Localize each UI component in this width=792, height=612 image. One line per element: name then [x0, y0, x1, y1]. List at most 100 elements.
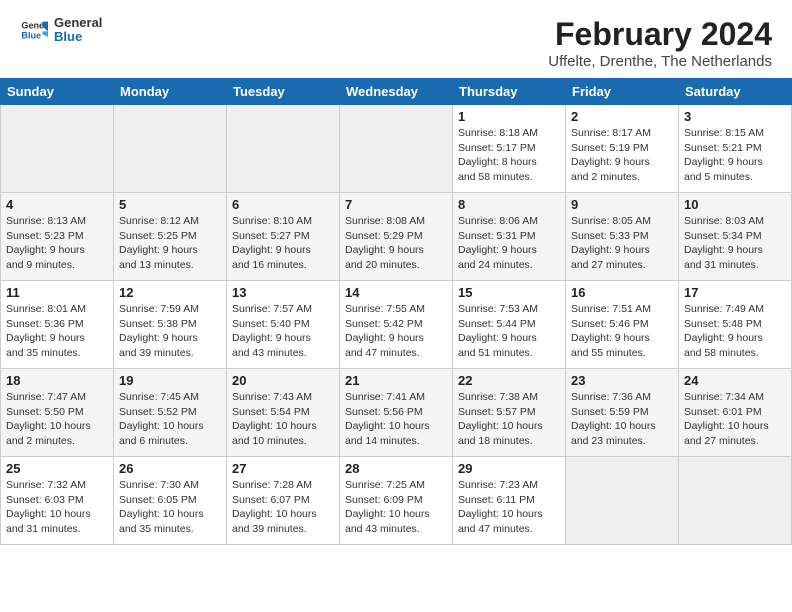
day-number: 24 — [684, 373, 786, 388]
day-info: Sunrise: 8:01 AM Sunset: 5:36 PM Dayligh… — [6, 302, 108, 361]
day-info: Sunrise: 7:49 AM Sunset: 5:48 PM Dayligh… — [684, 302, 786, 361]
header: General Blue General Blue February 2024 … — [0, 0, 792, 78]
day-number: 25 — [6, 461, 108, 476]
day-info: Sunrise: 7:28 AM Sunset: 6:07 PM Dayligh… — [232, 478, 334, 537]
calendar-cell: 23Sunrise: 7:36 AM Sunset: 5:59 PM Dayli… — [566, 369, 679, 457]
calendar-cell: 12Sunrise: 7:59 AM Sunset: 5:38 PM Dayli… — [114, 281, 227, 369]
day-info: Sunrise: 7:55 AM Sunset: 5:42 PM Dayligh… — [345, 302, 447, 361]
day-info: Sunrise: 8:05 AM Sunset: 5:33 PM Dayligh… — [571, 214, 673, 273]
day-number: 8 — [458, 197, 560, 212]
calendar-cell: 27 Sunrise: 7:28 AM Sunset: 6:07 PM Dayli… — [227, 457, 340, 545]
calendar-cell: 8 Sunrise: 8:06 AM Sunset: 5:31 PM Daylig… — [453, 193, 566, 281]
day-number: 21 — [345, 373, 447, 388]
weekday-header: Thursday — [453, 79, 566, 105]
day-info: Sunrise: 8:13 AM Sunset: 5:23 PM Dayligh… — [6, 214, 108, 273]
calendar-cell: 29 Sunrise: 7:23 AM Sunset: 6:11 PM Dayli… — [453, 457, 566, 545]
weekday-header: Sunday — [1, 79, 114, 105]
calendar-cell: 9 Sunrise: 8:05 AM Sunset: 5:33 PM Daylig… — [566, 193, 679, 281]
day-number: 9 — [571, 197, 673, 212]
calendar-week: 25 Sunrise: 7:32 AM Sunset: 6:03 PM Dayli… — [1, 457, 792, 545]
calendar-cell: 1 Sunrise: 8:18 AM Sunset: 5:17 PM Daylig… — [453, 105, 566, 193]
weekday-header: Tuesday — [227, 79, 340, 105]
day-info: Sunrise: 7:43 AM Sunset: 5:54 PM Dayligh… — [232, 390, 334, 449]
day-info: Sunrise: 8:18 AM Sunset: 5:17 PM Dayligh… — [458, 126, 560, 185]
calendar-cell: 15Sunrise: 7:53 AM Sunset: 5:44 PM Dayli… — [453, 281, 566, 369]
calendar-cell: 16 Sunrise: 7:51 AM Sunset: 5:46 PM Dayli… — [566, 281, 679, 369]
day-number: 23 — [571, 373, 673, 388]
day-info: Sunrise: 8:10 AM Sunset: 5:27 PM Dayligh… — [232, 214, 334, 273]
calendar-cell: 14Sunrise: 7:55 AM Sunset: 5:42 PM Dayli… — [340, 281, 453, 369]
day-number: 16 — [571, 285, 673, 300]
logo-general: General — [54, 16, 102, 30]
weekday-header: Saturday — [679, 79, 792, 105]
day-info: Sunrise: 7:53 AM Sunset: 5:44 PM Dayligh… — [458, 302, 560, 361]
day-info: Sunrise: 7:59 AM Sunset: 5:38 PM Dayligh… — [119, 302, 221, 361]
calendar-cell: 11 Sunrise: 8:01 AM Sunset: 5:36 PM Dayli… — [1, 281, 114, 369]
calendar-header: SundayMondayTuesdayWednesdayThursdayFrid… — [1, 79, 792, 105]
weekday-row: SundayMondayTuesdayWednesdayThursdayFrid… — [1, 79, 792, 105]
day-number: 5 — [119, 197, 221, 212]
day-info: Sunrise: 8:06 AM Sunset: 5:31 PM Dayligh… — [458, 214, 560, 273]
day-info: Sunrise: 8:12 AM Sunset: 5:25 PM Dayligh… — [119, 214, 221, 273]
day-info: Sunrise: 7:30 AM Sunset: 6:05 PM Dayligh… — [119, 478, 221, 537]
day-number: 2 — [571, 109, 673, 124]
calendar-cell: 7Sunrise: 8:08 AM Sunset: 5:29 PM Daylig… — [340, 193, 453, 281]
day-number: 18 — [6, 373, 108, 388]
calendar-cell: 4 Sunrise: 8:13 AM Sunset: 5:23 PM Daylig… — [1, 193, 114, 281]
day-info: Sunrise: 7:32 AM Sunset: 6:03 PM Dayligh… — [6, 478, 108, 537]
calendar-week: 18 Sunrise: 7:47 AM Sunset: 5:50 PM Dayli… — [1, 369, 792, 457]
weekday-header: Friday — [566, 79, 679, 105]
calendar-cell: 13 Sunrise: 7:57 AM Sunset: 5:40 PM Dayli… — [227, 281, 340, 369]
calendar-week: 4 Sunrise: 8:13 AM Sunset: 5:23 PM Daylig… — [1, 193, 792, 281]
weekday-header: Monday — [114, 79, 227, 105]
calendar-cell — [114, 105, 227, 193]
day-number: 27 — [232, 461, 334, 476]
calendar-cell — [340, 105, 453, 193]
day-number: 19 — [119, 373, 221, 388]
day-number: 20 — [232, 373, 334, 388]
logo-icon: General Blue — [20, 16, 48, 44]
month-year: February 2024 — [548, 16, 772, 53]
day-info: Sunrise: 8:08 AM Sunset: 5:29 PM Dayligh… — [345, 214, 447, 273]
day-number: 13 — [232, 285, 334, 300]
day-info: Sunrise: 7:57 AM Sunset: 5:40 PM Dayligh… — [232, 302, 334, 361]
weekday-header: Wednesday — [340, 79, 453, 105]
day-info: Sunrise: 7:45 AM Sunset: 5:52 PM Dayligh… — [119, 390, 221, 449]
day-info: Sunrise: 7:47 AM Sunset: 5:50 PM Dayligh… — [6, 390, 108, 449]
day-number: 17 — [684, 285, 786, 300]
day-info: Sunrise: 8:15 AM Sunset: 5:21 PM Dayligh… — [684, 126, 786, 185]
calendar-cell: 24Sunrise: 7:34 AM Sunset: 6:01 PM Dayli… — [679, 369, 792, 457]
calendar-cell: 18 Sunrise: 7:47 AM Sunset: 5:50 PM Dayli… — [1, 369, 114, 457]
calendar-cell: 17 Sunrise: 7:49 AM Sunset: 5:48 PM Dayli… — [679, 281, 792, 369]
title-block: February 2024 Uffelte, Drenthe, The Neth… — [548, 16, 772, 70]
day-info: Sunrise: 8:03 AM Sunset: 5:34 PM Dayligh… — [684, 214, 786, 273]
calendar-cell: 3Sunrise: 8:15 AM Sunset: 5:21 PM Daylig… — [679, 105, 792, 193]
day-number: 11 — [6, 285, 108, 300]
day-number: 26 — [119, 461, 221, 476]
calendar-cell: 2 Sunrise: 8:17 AM Sunset: 5:19 PM Daylig… — [566, 105, 679, 193]
calendar-body: 1 Sunrise: 8:18 AM Sunset: 5:17 PM Daylig… — [1, 105, 792, 545]
day-number: 1 — [458, 109, 560, 124]
day-number: 29 — [458, 461, 560, 476]
calendar-week: 1 Sunrise: 8:18 AM Sunset: 5:17 PM Daylig… — [1, 105, 792, 193]
day-number: 28 — [345, 461, 447, 476]
day-info: Sunrise: 7:23 AM Sunset: 6:11 PM Dayligh… — [458, 478, 560, 537]
logo: General Blue General Blue — [20, 16, 102, 45]
day-info: Sunrise: 7:51 AM Sunset: 5:46 PM Dayligh… — [571, 302, 673, 361]
calendar-cell — [679, 457, 792, 545]
day-info: Sunrise: 7:25 AM Sunset: 6:09 PM Dayligh… — [345, 478, 447, 537]
location: Uffelte, Drenthe, The Netherlands — [548, 53, 772, 70]
calendar-cell: 22 Sunrise: 7:38 AM Sunset: 5:57 PM Dayli… — [453, 369, 566, 457]
day-number: 22 — [458, 373, 560, 388]
day-number: 10 — [684, 197, 786, 212]
calendar-cell: 28 Sunrise: 7:25 AM Sunset: 6:09 PM Dayli… — [340, 457, 453, 545]
calendar-cell: 25 Sunrise: 7:32 AM Sunset: 6:03 PM Dayli… — [1, 457, 114, 545]
day-info: Sunrise: 7:38 AM Sunset: 5:57 PM Dayligh… — [458, 390, 560, 449]
day-info: Sunrise: 7:41 AM Sunset: 5:56 PM Dayligh… — [345, 390, 447, 449]
calendar-cell: 20 Sunrise: 7:43 AM Sunset: 5:54 PM Dayli… — [227, 369, 340, 457]
svg-text:Blue: Blue — [21, 31, 41, 41]
day-number: 4 — [6, 197, 108, 212]
calendar-cell: 21 Sunrise: 7:41 AM Sunset: 5:56 PM Dayli… — [340, 369, 453, 457]
logo-blue: Blue — [54, 30, 102, 44]
day-info: Sunrise: 8:17 AM Sunset: 5:19 PM Dayligh… — [571, 126, 673, 185]
